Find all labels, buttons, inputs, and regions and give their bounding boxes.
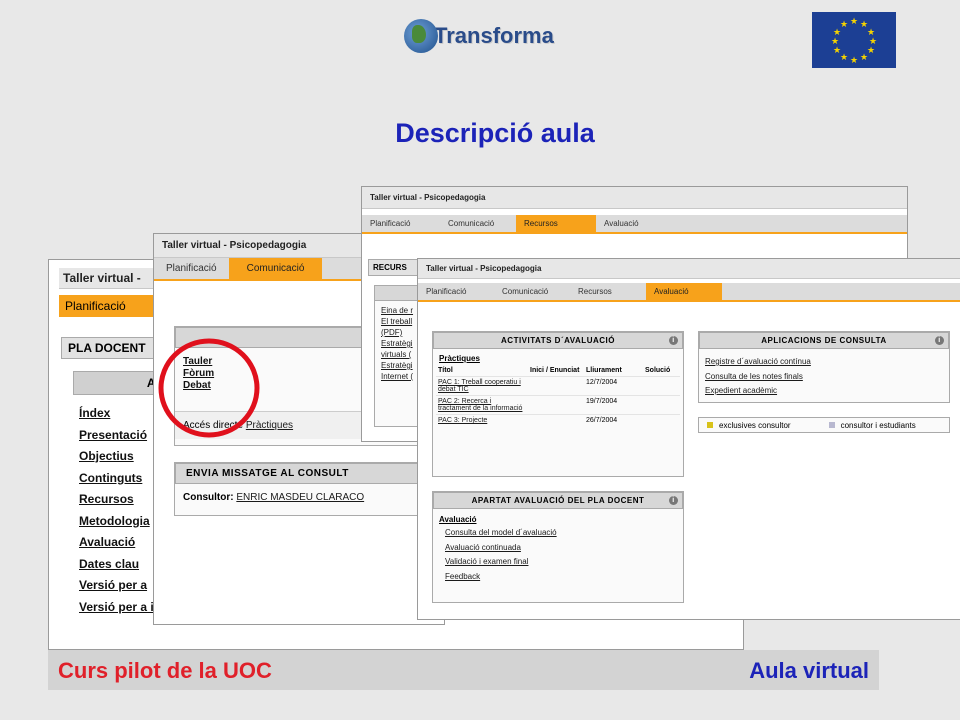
footer-left: Curs pilot de la UOC [58,658,272,683]
eu-flag-icon: ★ ★ ★ ★ ★ ★ ★ ★ ★ ★ ★ ★ [812,12,896,68]
aplicacio-link[interactable]: Registre d´avaluació contínua [705,355,943,370]
solucio-cell [643,376,680,396]
tab-recursos[interactable]: Recursos [516,215,596,232]
col-titol: Títol [438,367,453,374]
legend-estudiants: consultor i estudiants [840,420,916,430]
solucio-cell [643,395,680,415]
tab-recursos[interactable]: Recursos [570,283,646,300]
lliurament-date: 26/7/2004 [584,414,643,426]
legend-consultor: exclusives consultor [719,420,791,430]
tab-planificacio[interactable]: Planificació [418,283,494,300]
col-inici: Inici / Enunciat [530,367,580,374]
envia-header: ENVIA MISSATGE AL CONSULT [175,463,444,484]
legend-swatch-consultor [707,422,713,428]
aplicacio-link[interactable]: Expedient acadèmic [705,384,943,399]
info-icon[interactable]: i [669,496,678,505]
inici-cell [528,414,584,426]
practiques-label: Pràctiques [439,354,480,363]
tab-comunicacio[interactable]: Comunicació [440,215,516,232]
tab-comunicacio[interactable]: Comunicació [228,258,323,279]
legend: exclusives consultor consultor i estudia… [698,417,950,433]
transforma-logo: Transforma [404,18,554,54]
tab-avaluacio[interactable]: Avaluació [596,215,647,232]
tab-planificacio[interactable]: Planificació [154,258,229,279]
apartat-avaluacio-box: APARTAT AVALUACIÓ DEL PLA DOCENT i Avalu… [432,491,684,603]
logo-text: Transforma [434,23,554,48]
legend-swatch-estudiants [828,422,835,428]
aplicacions-header: APLICACIONS DE CONSULTA [761,336,887,345]
col-solucio: Solució [645,367,671,374]
table-row: PAC 3: Projecte 26/7/2004 [436,414,680,426]
envia-missatge-box: ENVIA MISSATGE AL CONSULT Consultor: ENR… [174,462,444,516]
aplicacio-link[interactable]: Consulta de les notes finals [705,370,943,385]
activitat-title[interactable]: PAC 1: Treball cooperatiu i debat TIC [436,376,528,396]
window-title: Taller virtual - Psicopedagogia [418,259,960,279]
inici-cell [528,395,584,415]
lliurament-date: 19/7/2004 [584,395,643,415]
avaluacio-link[interactable]: Consulta del model d´avaluació [445,526,683,541]
activitats-box: ACTIVITATS D´AVALUACIÓ i Pràctiques Títo… [432,331,684,477]
info-icon[interactable]: i [935,336,944,345]
avaluacio-label: Avaluació [439,515,477,524]
slide-title: Descripció aula [395,118,595,148]
tab-comunicacio[interactable]: Comunicació [494,283,570,300]
tab-planificacio[interactable]: Planificació [362,215,440,232]
tab-avaluacio[interactable]: Avaluació [646,283,722,300]
highlight-circle [158,338,260,438]
activitats-table: Títol Inici / Enunciat Lliurament Soluci… [436,365,680,426]
footer-bar: Curs pilot de la UOC Aula virtual [48,650,879,690]
window-avaluacio: Taller virtual - Psicopedagogia Planific… [417,258,960,620]
avaluacio-link[interactable]: Validació i examen final [445,555,683,570]
window-title: Taller virtual - Psicopedagogia [362,187,907,209]
footer-right: Aula virtual [749,658,869,683]
activitat-title[interactable]: PAC 2: Recerca i tractament de la inform… [436,395,528,415]
aplicacions-box: APLICACIONS DE CONSULTA i Registre d´ava… [698,331,950,403]
lliurament-date: 12/7/2004 [584,376,643,396]
consultor-label: Consultor: [183,492,234,503]
inici-cell [528,376,584,396]
globe-icon [404,19,438,53]
info-icon[interactable]: i [669,336,678,345]
activitat-title[interactable]: PAC 3: Projecte [436,414,528,426]
col-lliurament: Lliurament [586,367,622,374]
link-consultor[interactable]: ENRIC MASDEU CLARACO [236,492,364,503]
avaluacio-link[interactable]: Feedback [445,570,683,585]
table-row: PAC 2: Recerca i tractament de la inform… [436,395,680,415]
activitats-header: ACTIVITATS D´AVALUACIÓ [501,336,615,345]
avaluacio-link[interactable]: Avaluació continuada [445,541,683,556]
solucio-cell [643,414,680,426]
table-row: PAC 1: Treball cooperatiu i debat TIC 12/… [436,376,680,396]
apartat-header: APARTAT AVALUACIÓ DEL PLA DOCENT [471,496,645,505]
